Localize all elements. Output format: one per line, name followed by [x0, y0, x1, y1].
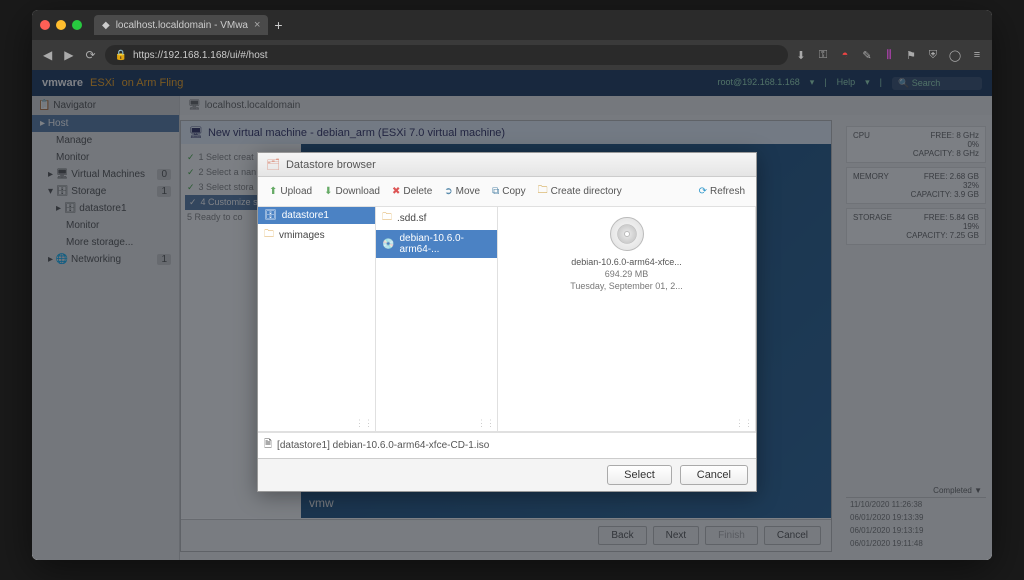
- file-icon: 🗎: [264, 437, 272, 454]
- copy-button[interactable]: ⧉Copy: [487, 181, 531, 202]
- move-icon: ➲: [444, 186, 452, 197]
- download-button[interactable]: ⬇Download: [319, 181, 385, 202]
- datastore-icon: 🗂: [266, 158, 280, 171]
- lock-icon: 🔒: [115, 50, 127, 61]
- file-item-iso[interactable]: 💿debian-10.6.0-arm64-...: [376, 230, 497, 258]
- window-maximize[interactable]: [72, 20, 82, 30]
- download-icon: ⬇: [324, 186, 332, 197]
- browser-address-bar: ◀ ▶ ⟳ 🔒 https://192.168.1.168/ui/#/host …: [32, 40, 992, 70]
- ext-shield-icon[interactable]: ⛨: [926, 49, 940, 62]
- window-minimize[interactable]: [56, 20, 66, 30]
- datastore-icon: 🗄: [264, 210, 277, 221]
- nav-back-icon[interactable]: ◀: [40, 46, 55, 64]
- delete-button[interactable]: ✖Delete: [387, 181, 437, 202]
- ext-security-icon[interactable]: ◓: [838, 49, 852, 62]
- delete-icon: ✖: [392, 186, 400, 197]
- ext-clip-icon[interactable]: ✎: [860, 49, 874, 62]
- ext-flag-icon[interactable]: ⚑: [904, 49, 918, 62]
- move-button[interactable]: ➲Move: [439, 181, 485, 202]
- folder-plus-icon: 🗀: [538, 183, 548, 200]
- create-directory-button[interactable]: 🗀Create directory: [533, 181, 627, 202]
- column-preview: debian-10.6.0-arm64-xfce... 694.29 MB Tu…: [498, 207, 756, 431]
- ext-menu-icon[interactable]: ≡: [970, 49, 984, 62]
- copy-icon: ⧉: [492, 186, 499, 197]
- url-input[interactable]: 🔒 https://192.168.1.168/ui/#/host: [105, 45, 788, 65]
- url-text: https://192.168.1.168/ui/#/host: [133, 50, 268, 61]
- cancel-button[interactable]: Cancel: [680, 465, 748, 485]
- iso-disc-icon: [610, 217, 644, 251]
- new-tab-button[interactable]: +: [274, 17, 282, 33]
- preview-date: Tuesday, September 01, 2...: [504, 281, 749, 291]
- column-resize-handle[interactable]: ⋮⋮: [735, 418, 753, 429]
- column-resize-handle[interactable]: ⋮⋮: [477, 418, 495, 429]
- disc-icon: 💿: [382, 239, 394, 250]
- datastore-item-datastore1[interactable]: 🗄datastore1: [258, 207, 375, 224]
- nav-forward-icon[interactable]: ▶: [61, 46, 76, 64]
- preview-size: 694.29 MB: [504, 269, 749, 279]
- folder-icon: 🗀: [264, 227, 274, 244]
- refresh-icon: ⟳: [699, 186, 707, 197]
- ext-bars-icon[interactable]: ⫼: [882, 49, 896, 62]
- datastore-browser-dialog: 🗂 Datastore browser ⬆Upload ⬇Download ✖D…: [257, 152, 757, 492]
- ext-user-icon[interactable]: ◯: [948, 49, 962, 62]
- datastore-item-vmimages[interactable]: 🗀vmimages: [258, 224, 375, 247]
- dialog-title: Datastore browser: [286, 159, 376, 171]
- folder-icon: 🗀: [382, 210, 392, 227]
- ext-key-icon[interactable]: ⚿: [816, 49, 830, 62]
- ext-download-icon[interactable]: ⬇: [794, 49, 808, 62]
- refresh-button[interactable]: ⟳Refresh: [694, 181, 750, 202]
- dialog-title-bar: 🗂 Datastore browser: [258, 153, 756, 177]
- window-close[interactable]: [40, 20, 50, 30]
- vmware-favicon-icon: ◆: [102, 20, 110, 31]
- select-button[interactable]: Select: [607, 465, 672, 485]
- file-item-sdd[interactable]: 🗀.sdd.sf: [376, 207, 497, 230]
- browser-tab-bar: ◆ localhost.localdomain - VMwa × +: [32, 10, 992, 40]
- dialog-toolbar: ⬆Upload ⬇Download ✖Delete ➲Move ⧉Copy 🗀C…: [258, 177, 756, 207]
- column-files: 🗀.sdd.sf 💿debian-10.6.0-arm64-... ⋮⋮: [376, 207, 498, 431]
- nav-reload-icon[interactable]: ⟳: [82, 46, 98, 64]
- tab-title: localhost.localdomain - VMwa: [116, 20, 248, 31]
- selected-path: 🗎 [datastore1] debian-10.6.0-arm64-xfce-…: [258, 432, 756, 458]
- path-text: [datastore1] debian-10.6.0-arm64-xfce-CD…: [277, 440, 489, 451]
- close-tab-icon[interactable]: ×: [254, 19, 260, 31]
- upload-button[interactable]: ⬆Upload: [264, 181, 317, 202]
- upload-icon: ⬆: [269, 186, 277, 197]
- column-datastores: 🗄datastore1 🗀vmimages ⋮⋮: [258, 207, 376, 431]
- preview-filename: debian-10.6.0-arm64-xfce...: [504, 257, 749, 267]
- browser-tab[interactable]: ◆ localhost.localdomain - VMwa ×: [94, 15, 268, 35]
- column-resize-handle[interactable]: ⋮⋮: [355, 418, 373, 429]
